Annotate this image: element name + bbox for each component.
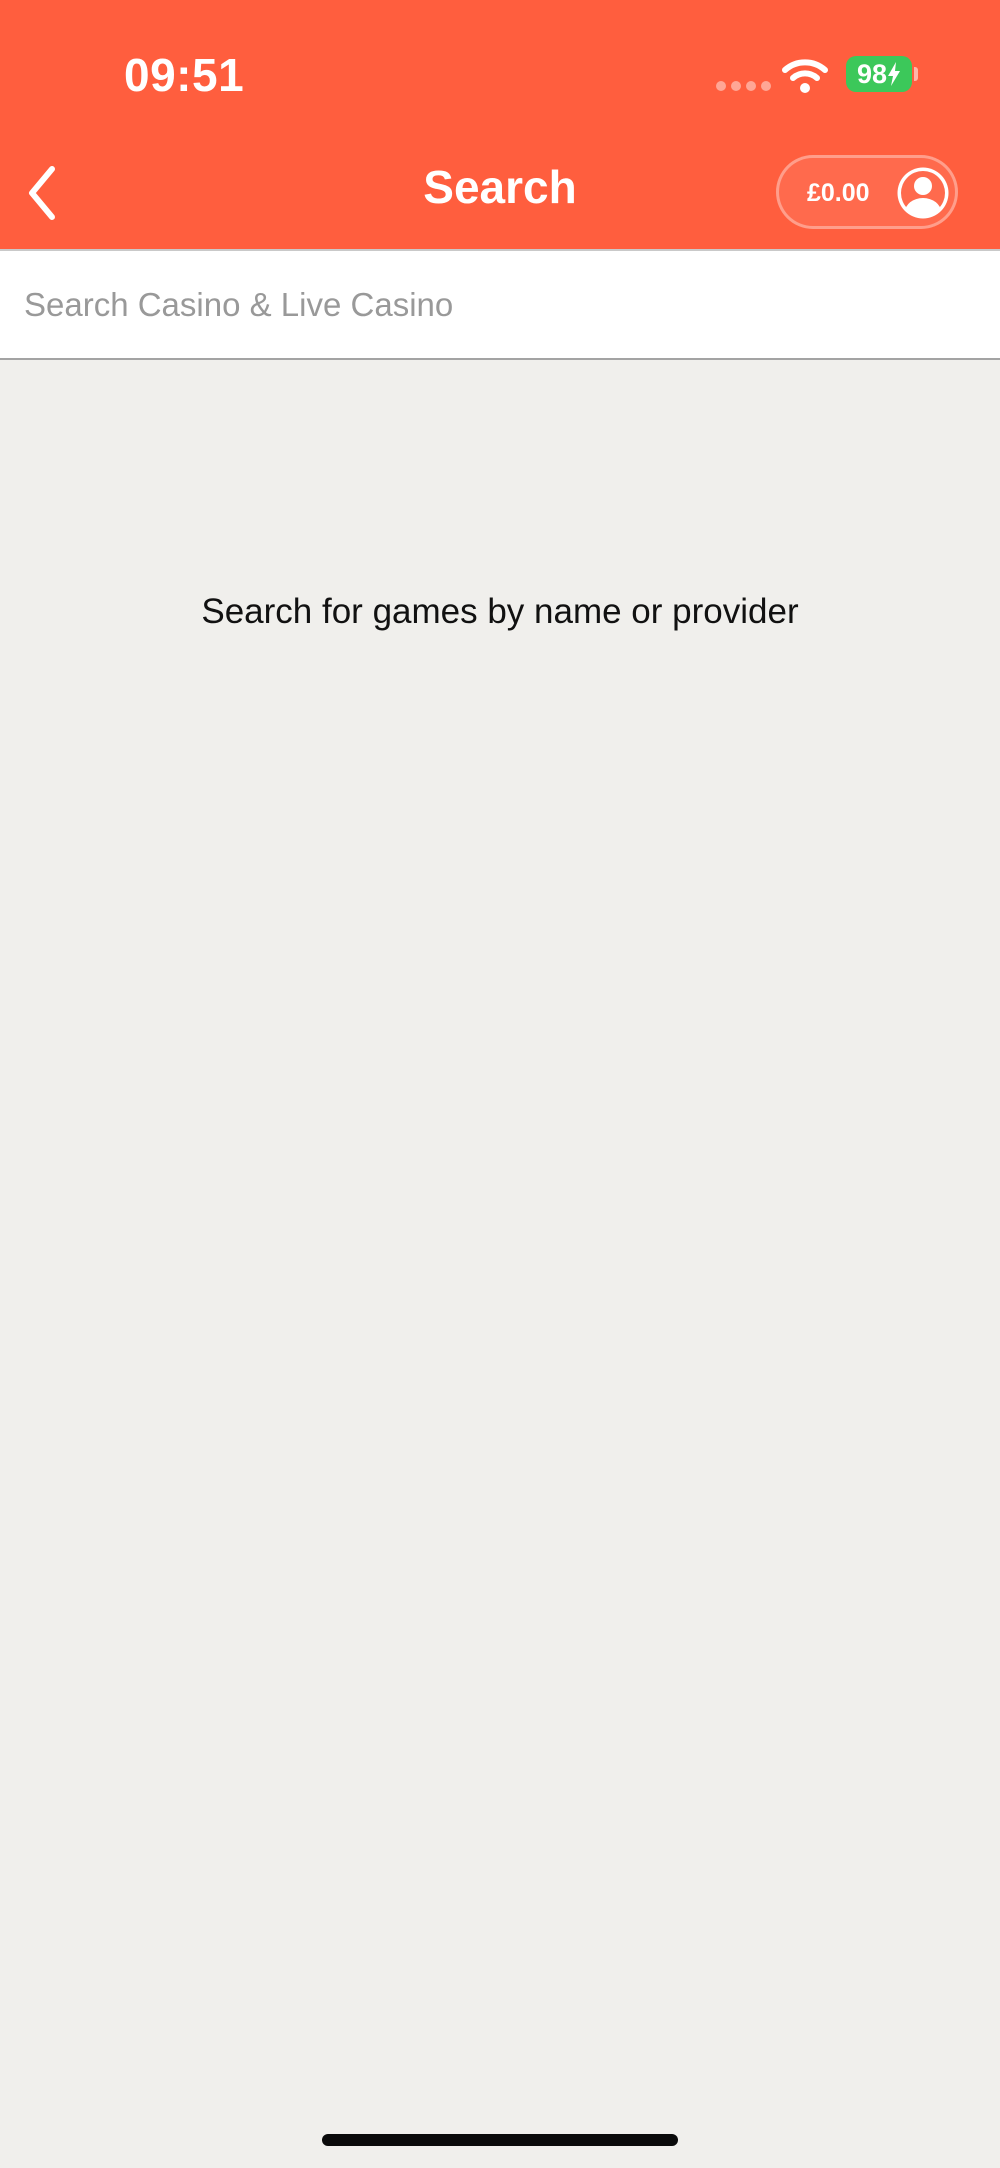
page-title: Search: [423, 161, 577, 213]
empty-state-message: Search for games by name or provider: [201, 592, 799, 631]
battery-tip: [914, 67, 918, 81]
chevron-left-icon: [29, 166, 55, 220]
wifi-icon: [782, 59, 828, 93]
user-avatar-icon: [897, 167, 949, 219]
cellular-signal-icon: [716, 81, 771, 91]
battery-level: 98: [856, 58, 888, 89]
balance-amount: £0.00: [807, 179, 870, 207]
status-time: 09:51: [124, 49, 245, 101]
home-indicator[interactable]: [322, 2134, 678, 2146]
account-balance-button[interactable]: £0.00: [776, 155, 958, 229]
charging-bolt-icon: [888, 62, 901, 86]
back-button[interactable]: [10, 158, 74, 228]
search-bar: [0, 249, 1000, 360]
app-header: 09:51 98 Search £0.00: [0, 0, 1000, 249]
search-input[interactable]: [24, 251, 974, 358]
battery-icon: 98: [846, 56, 912, 92]
